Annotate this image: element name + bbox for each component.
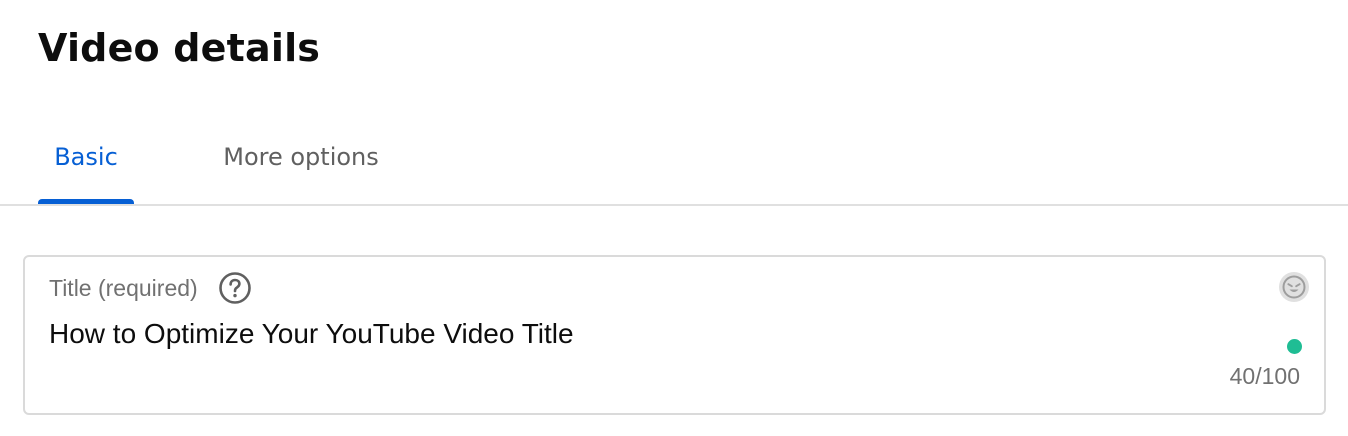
title-field-label-row: Title (required) [49,271,252,305]
tab-bar: Basic More options [0,120,1348,206]
char-counter: 40/100 [1229,363,1300,389]
title-status-dot [1287,339,1302,354]
help-circle-icon[interactable] [218,271,252,305]
title-field[interactable]: Title (required) 40/100 [23,255,1326,415]
emoji-picker-icon[interactable] [1278,271,1310,303]
tab-basic[interactable]: Basic [38,120,134,204]
tab-selected-indicator [38,199,134,204]
title-input[interactable] [49,315,1229,353]
page-title: Video details [38,26,321,70]
title-field-label: Title (required) [49,274,198,301]
tab-more-options[interactable]: More options [200,120,402,204]
